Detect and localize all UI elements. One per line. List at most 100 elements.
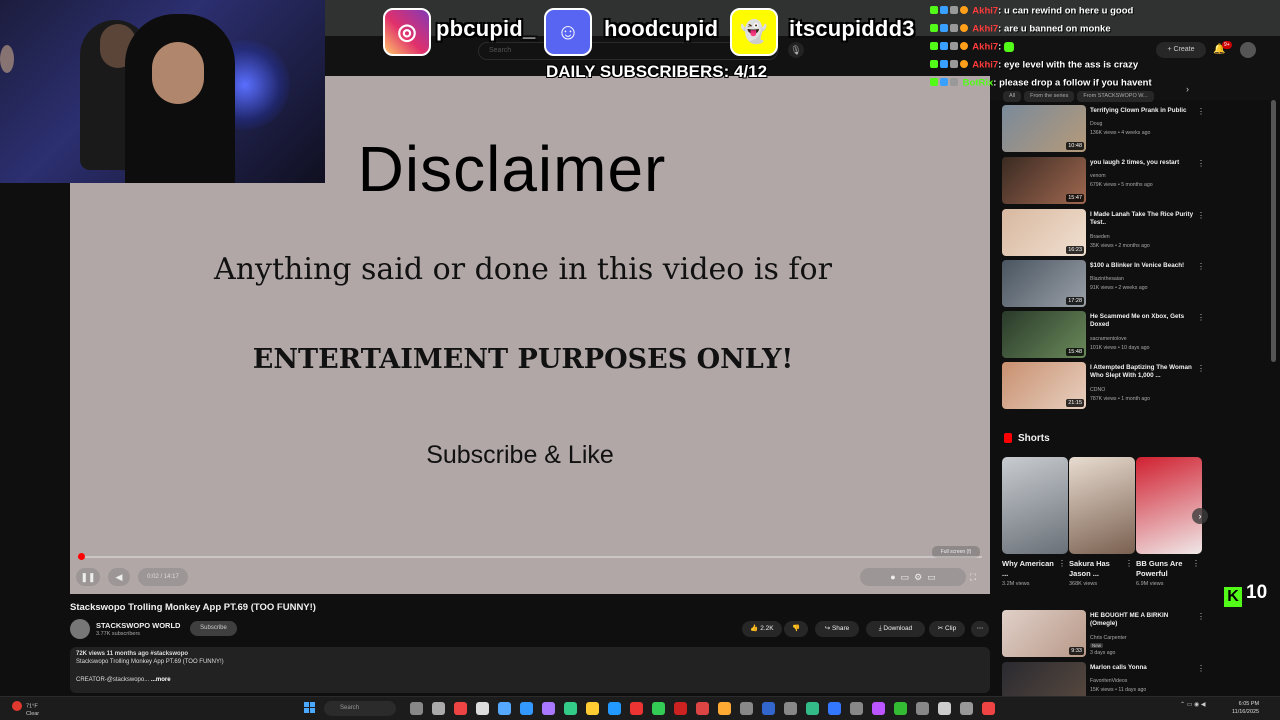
video-thumbnail[interactable]: 16:23: [1002, 209, 1086, 256]
recommended-video[interactable]: 9:33 HE BOUGHT ME A BIRKIN (Omegle) Chris …: [1002, 610, 1207, 658]
chip-from-series[interactable]: From the series: [1024, 91, 1075, 102]
taskbar-app-icon[interactable]: [652, 702, 665, 715]
weather-widget[interactable]: 71°F Clear: [12, 701, 39, 718]
taskbar-app-icon[interactable]: [498, 702, 511, 715]
channel-avatar[interactable]: [70, 619, 90, 639]
recommended-video-title[interactable]: Terrifying Clown Prank in Public: [1090, 107, 1194, 115]
taskbar-app-icon[interactable]: [630, 702, 643, 715]
recommended-video-title[interactable]: Marlon calls Yonna: [1090, 664, 1194, 672]
taskbar-app-icon[interactable]: [410, 702, 423, 715]
download-button[interactable]: ⤓ Download: [866, 621, 925, 637]
more-actions-icon[interactable]: ⋯: [971, 621, 989, 637]
video-thumbnail[interactable]: 9:33: [1002, 610, 1086, 657]
short-title[interactable]: Why American ...: [1002, 559, 1060, 579]
recommended-video[interactable]: 17:28 $100 a Blinker In Venice Beach! Blaz…: [1002, 260, 1207, 308]
progress-scrubber[interactable]: [78, 553, 85, 560]
more-options-icon[interactable]: ⋮: [1197, 612, 1205, 621]
windows-start-icon[interactable]: [304, 702, 316, 714]
pause-button[interactable]: ❚❚: [76, 568, 100, 586]
recommended-video-title[interactable]: I Attempted Baptizing The Woman Who Slep…: [1090, 364, 1194, 380]
recommended-video-channel[interactable]: Doug: [1090, 121, 1102, 127]
recommended-video-title[interactable]: you laugh 2 times, you restart: [1090, 159, 1194, 167]
more-options-icon[interactable]: ⋮: [1192, 559, 1200, 568]
video-thumbnail[interactable]: 10:48: [1002, 105, 1086, 152]
video-thumbnail[interactable]: 17:28: [1002, 260, 1086, 307]
more-options-icon[interactable]: ⋮: [1197, 107, 1205, 116]
recommended-video-title[interactable]: HE BOUGHT ME A BIRKIN (Omegle): [1090, 612, 1194, 628]
taskbar-app-icon[interactable]: [894, 702, 907, 715]
volume-icon[interactable]: ◀: [108, 568, 130, 586]
more-options-icon[interactable]: ⋮: [1197, 313, 1205, 322]
clip-button[interactable]: ✂ Clip: [929, 621, 965, 637]
description-more-link[interactable]: ...more: [151, 677, 171, 683]
chevron-right-icon[interactable]: ›: [1192, 508, 1208, 524]
taskbar-app-icon[interactable]: [872, 702, 885, 715]
more-options-icon[interactable]: ⋮: [1197, 159, 1205, 168]
progress-bar[interactable]: [78, 553, 982, 560]
subscribe-button[interactable]: Subscribe: [190, 621, 237, 636]
recommended-video-title[interactable]: $100 a Blinker In Venice Beach!: [1090, 262, 1194, 270]
recommended-video-title[interactable]: He Scammed Me on Xbox, Gets Doxed: [1090, 313, 1194, 329]
taskbar-clock[interactable]: 6:05 PM 11/16/2025: [1232, 700, 1259, 716]
taskbar-app-icon[interactable]: [828, 702, 841, 715]
short-thumbnail[interactable]: [1136, 457, 1202, 554]
video-thumbnail[interactable]: 15:48: [1002, 311, 1086, 358]
taskbar-app-icon[interactable]: [938, 702, 951, 715]
player-settings-controls[interactable]: ● ▭ ⚙ ▭: [860, 568, 966, 586]
taskbar-app-icon[interactable]: [762, 702, 775, 715]
taskbar-app-icon[interactable]: [520, 702, 533, 715]
taskbar-app-icon[interactable]: [542, 702, 555, 715]
more-options-icon[interactable]: ⋮: [1197, 211, 1205, 220]
dislike-button[interactable]: 👎: [784, 621, 808, 637]
taskbar-app-icon[interactable]: [674, 702, 687, 715]
taskbar-app-icon[interactable]: [982, 702, 995, 715]
recommended-video-title[interactable]: I Made Lanah Take The Rice Purity Test..: [1090, 211, 1194, 227]
taskbar-app-icon[interactable]: [564, 702, 577, 715]
microphone-icon[interactable]: 🎙: [788, 42, 804, 58]
short-thumbnail[interactable]: [1069, 457, 1135, 554]
taskbar-app-icon[interactable]: [696, 702, 709, 715]
video-thumbnail[interactable]: 21:15: [1002, 362, 1086, 409]
recommended-video-channel[interactable]: Braeden: [1090, 234, 1110, 240]
chip-all[interactable]: All: [1003, 91, 1022, 102]
like-button[interactable]: 👍 2.2K: [742, 621, 782, 637]
short-thumbnail[interactable]: [1002, 457, 1068, 554]
system-tray-icons[interactable]: ⌃ ▭ ◉ ◀: [1180, 701, 1206, 708]
recommended-video-channel[interactable]: sacramentolove: [1090, 336, 1127, 342]
recommended-video-channel[interactable]: Chris Carpenter: [1090, 635, 1127, 641]
taskbar-app-icon[interactable]: [850, 702, 863, 715]
chevron-right-icon[interactable]: ›: [1186, 84, 1189, 94]
taskbar-app-icon[interactable]: [608, 702, 621, 715]
video-thumbnail[interactable]: 15:47: [1002, 157, 1086, 204]
taskbar-app-icon[interactable]: [740, 702, 753, 715]
channel-name[interactable]: STACKSWOPO WORLD: [96, 621, 180, 630]
recommended-video-channel[interactable]: FavoritenVideos: [1090, 678, 1127, 684]
description-box[interactable]: 72K views 11 months ago #stackswopo Stac…: [70, 647, 990, 693]
recommended-video[interactable]: 16:23 I Made Lanah Take The Rice Purity T…: [1002, 209, 1207, 257]
short-title[interactable]: Sakura Has Jason ...: [1069, 559, 1127, 579]
more-options-icon[interactable]: ⋮: [1197, 364, 1205, 373]
taskbar-app-icon[interactable]: [784, 702, 797, 715]
share-button[interactable]: ↪ Share: [815, 621, 859, 637]
recommended-video-channel[interactable]: Blazinthesaian: [1090, 276, 1124, 282]
page-scrollbar[interactable]: [1271, 100, 1276, 362]
chip-from-channel[interactable]: From STACKSWOPO W...: [1077, 91, 1154, 102]
taskbar-app-icon[interactable]: [718, 702, 731, 715]
taskbar-search[interactable]: Search: [324, 701, 396, 716]
recommended-video[interactable]: 10:48 Terrifying Clown Prank in Public Dou…: [1002, 105, 1207, 153]
recommended-video[interactable]: 15:47 you laugh 2 times, you restart venom…: [1002, 157, 1207, 205]
recommended-video-channel[interactable]: venom: [1090, 173, 1106, 179]
more-options-icon[interactable]: ⋮: [1058, 559, 1066, 568]
taskbar-app-icon[interactable]: [806, 702, 819, 715]
short-title[interactable]: BB Guns Are Powerful: [1136, 559, 1194, 579]
taskbar-app-icon[interactable]: [476, 702, 489, 715]
more-options-icon[interactable]: ⋮: [1125, 559, 1133, 568]
taskbar-app-icon[interactable]: [432, 702, 445, 715]
recommended-video[interactable]: 21:15 I Attempted Baptizing The Woman Who…: [1002, 362, 1207, 410]
recommended-video[interactable]: 15:48 He Scammed Me on Xbox, Gets Doxed sa…: [1002, 311, 1207, 359]
taskbar-app-icon[interactable]: [454, 702, 467, 715]
more-options-icon[interactable]: ⋮: [1197, 664, 1205, 673]
more-options-icon[interactable]: ⋮: [1197, 262, 1205, 271]
taskbar-app-icon[interactable]: [916, 702, 929, 715]
recommended-video-channel[interactable]: CDNO: [1090, 387, 1105, 393]
